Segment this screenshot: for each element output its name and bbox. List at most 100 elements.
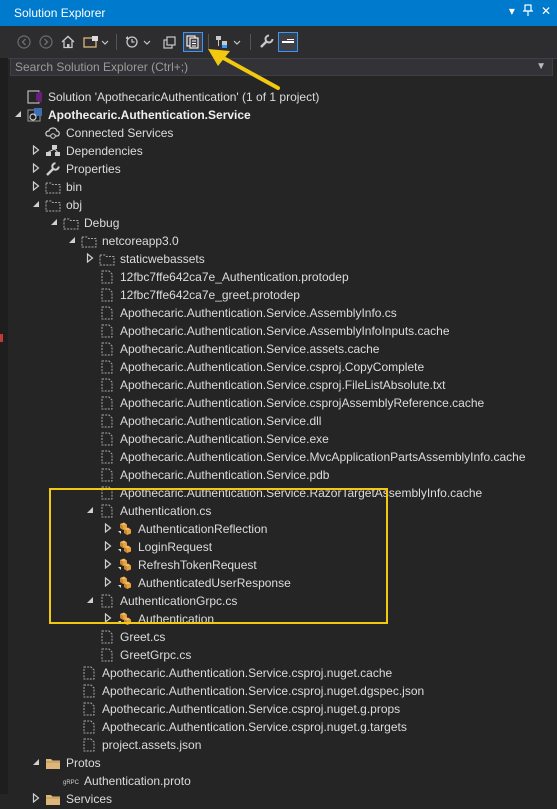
tree-item[interactable]: LoginRequest <box>10 538 557 556</box>
tree-item-label: Services <box>66 792 113 806</box>
tree-item-label: Apothecaric.Authentication.Service.cspro… <box>102 702 401 716</box>
tree-item[interactable]: Properties <box>10 160 557 178</box>
tree-item[interactable]: Apothecaric.Authentication.Service.pdb <box>10 466 557 484</box>
tree-item[interactable]: Connected Services <box>10 124 557 142</box>
tree-item-label: Apothecaric.Authentication.Service.Assem… <box>120 306 397 320</box>
tree-item[interactable]: Apothecaric.Authentication.Service.cspro… <box>10 664 557 682</box>
tree-item-label: Apothecaric.Authentication.Service.Assem… <box>120 324 450 338</box>
collapsed-arrow-icon[interactable] <box>86 252 96 265</box>
expanded-arrow-icon[interactable] <box>86 505 96 517</box>
search-dropdown-icon[interactable]: ▼ <box>536 61 546 72</box>
sync-with-active-document-icon[interactable] <box>160 32 180 52</box>
forward-icon[interactable] <box>36 32 56 52</box>
tree-item[interactable]: RefreshTokenRequest <box>10 556 557 574</box>
tree-item[interactable]: gRPC Authentication.proto <box>10 772 557 790</box>
collapse-all-icon[interactable] <box>214 32 244 52</box>
collapsed-arrow-icon[interactable] <box>104 576 114 589</box>
tree-item-label: GreetGrpc.cs <box>120 648 192 662</box>
tree-item[interactable]: Apothecaric.Authentication.Service.asset… <box>10 340 557 358</box>
collapsed-arrow-icon[interactable] <box>32 792 42 805</box>
tree-item[interactable]: Services <box>10 790 557 808</box>
solution-icon <box>27 90 43 104</box>
search-input[interactable] <box>15 60 515 74</box>
tree-item-label: Apothecaric.Authentication.Service.dll <box>120 414 322 428</box>
pending-changes-filter-icon[interactable] <box>124 32 154 52</box>
file-outline-icon <box>99 594 115 608</box>
file-outline-icon <box>99 450 115 464</box>
solution-explorer-title-bar: Solution Explorer ▾ ✕ <box>0 0 557 26</box>
search-box[interactable]: ▼ <box>10 58 553 76</box>
tree-item[interactable]: Apothecaric.Authentication.Service.Razor… <box>10 484 557 502</box>
tree-item[interactable]: Dependencies <box>10 142 557 160</box>
tree-item[interactable]: staticwebassets <box>10 250 557 268</box>
csharp-project-icon <box>27 108 43 122</box>
file-outline-icon <box>81 720 97 734</box>
expanded-arrow-icon[interactable] <box>14 109 24 121</box>
tree-item-label: AuthenticatedUserResponse <box>138 576 291 590</box>
expanded-arrow-icon[interactable] <box>50 217 60 229</box>
properties-icon[interactable] <box>256 32 276 52</box>
tree-item[interactable]: Debug <box>10 214 557 232</box>
show-all-files-icon[interactable] <box>183 32 203 52</box>
switch-views-icon[interactable] <box>82 32 110 52</box>
collapsed-arrow-icon[interactable] <box>104 612 114 625</box>
collapsed-arrow-icon[interactable] <box>104 540 114 553</box>
collapsed-arrow-icon[interactable] <box>104 558 114 571</box>
grpc-badge-text: gRPC <box>63 780 80 786</box>
tree-item[interactable]: Apothecaric.Authentication.Service.exe <box>10 430 557 448</box>
tree-item[interactable]: Apothecaric.Authentication.Service.cspro… <box>10 682 557 700</box>
tree-item-label: Authentication.cs <box>120 504 212 518</box>
expanded-arrow-icon[interactable] <box>86 595 96 607</box>
expanded-arrow-icon[interactable] <box>32 757 42 769</box>
collapsed-arrow-icon[interactable] <box>32 144 42 157</box>
expanded-arrow-icon[interactable] <box>32 199 42 211</box>
tree-item[interactable]: Apothecaric.Authentication.Service.MvcAp… <box>10 448 557 466</box>
expanded-arrow-icon[interactable] <box>68 235 78 247</box>
class-icon <box>117 540 133 554</box>
tree-item[interactable]: Authentication <box>10 610 557 628</box>
tree-item[interactable]: Apothecaric.Authentication.Service.dll <box>10 412 557 430</box>
tree-item[interactable]: netcoreapp3.0 <box>10 232 557 250</box>
tree-item[interactable]: bin <box>10 178 557 196</box>
collapsed-arrow-icon[interactable] <box>32 180 42 193</box>
class-icon <box>117 612 133 626</box>
tree-item[interactable]: Authentication.cs <box>10 502 557 520</box>
file-outline-icon <box>99 378 115 392</box>
tree-item[interactable]: AuthenticatedUserResponse <box>10 574 557 592</box>
preview-selected-items-icon[interactable] <box>278 32 298 52</box>
wrench-icon <box>45 162 61 176</box>
tree-item-label: netcoreapp3.0 <box>102 234 179 248</box>
tree-item[interactable]: obj <box>10 196 557 214</box>
tree-item[interactable]: Apothecaric.Authentication.Service.cspro… <box>10 394 557 412</box>
collapsed-arrow-icon[interactable] <box>104 522 114 535</box>
tree-item[interactable]: Apothecaric.Authentication.Service.cspro… <box>10 376 557 394</box>
file-outline-icon <box>99 342 115 356</box>
tree-item[interactable]: GreetGrpc.cs <box>10 646 557 664</box>
tree-item-label: Apothecaric.Authentication.Service.asset… <box>120 342 380 356</box>
back-icon[interactable] <box>14 32 34 52</box>
tree-item[interactable]: Apothecaric.Authentication.Service.Assem… <box>10 322 557 340</box>
tree-item[interactable]: 12fbc7ffe642ca7e_Authentication.protodep <box>10 268 557 286</box>
tree-item[interactable]: 12fbc7ffe642ca7e_greet.protodep <box>10 286 557 304</box>
tree-item[interactable]: Apothecaric.Authentication.Service.cspro… <box>10 358 557 376</box>
file-outline-icon <box>99 360 115 374</box>
close-icon[interactable]: ✕ <box>541 4 551 19</box>
tree-item[interactable]: AuthenticationReflection <box>10 520 557 538</box>
tree-item-label: Apothecaric.Authentication.Service.cspro… <box>102 684 425 698</box>
tree-item-label: Apothecaric.Authentication.Service.MvcAp… <box>120 450 526 464</box>
tree-item[interactable]: Protos <box>10 754 557 772</box>
tree-item[interactable]: Apothecaric.Authentication.Service.cspro… <box>10 700 557 718</box>
tree-item-label: Solution 'ApothecaricAuthentication' (1 … <box>48 90 320 104</box>
tree-item[interactable]: Greet.cs <box>10 628 557 646</box>
tree-item[interactable]: project.assets.json <box>10 736 557 754</box>
tree-item[interactable]: Apothecaric.Authentication.Service <box>10 106 557 124</box>
pin-icon[interactable] <box>522 4 533 19</box>
collapsed-arrow-icon[interactable] <box>32 162 42 175</box>
dropdown-icon[interactable]: ▾ <box>509 4 515 19</box>
tree-item[interactable]: Solution 'ApothecaricAuthentication' (1 … <box>10 88 557 106</box>
home-icon[interactable] <box>58 32 78 52</box>
tree-item[interactable]: Apothecaric.Authentication.Service.Assem… <box>10 304 557 322</box>
tree-item[interactable]: AuthenticationGrpc.cs <box>10 592 557 610</box>
tree-item[interactable]: Apothecaric.Authentication.Service.cspro… <box>10 718 557 736</box>
file-outline-icon <box>99 414 115 428</box>
